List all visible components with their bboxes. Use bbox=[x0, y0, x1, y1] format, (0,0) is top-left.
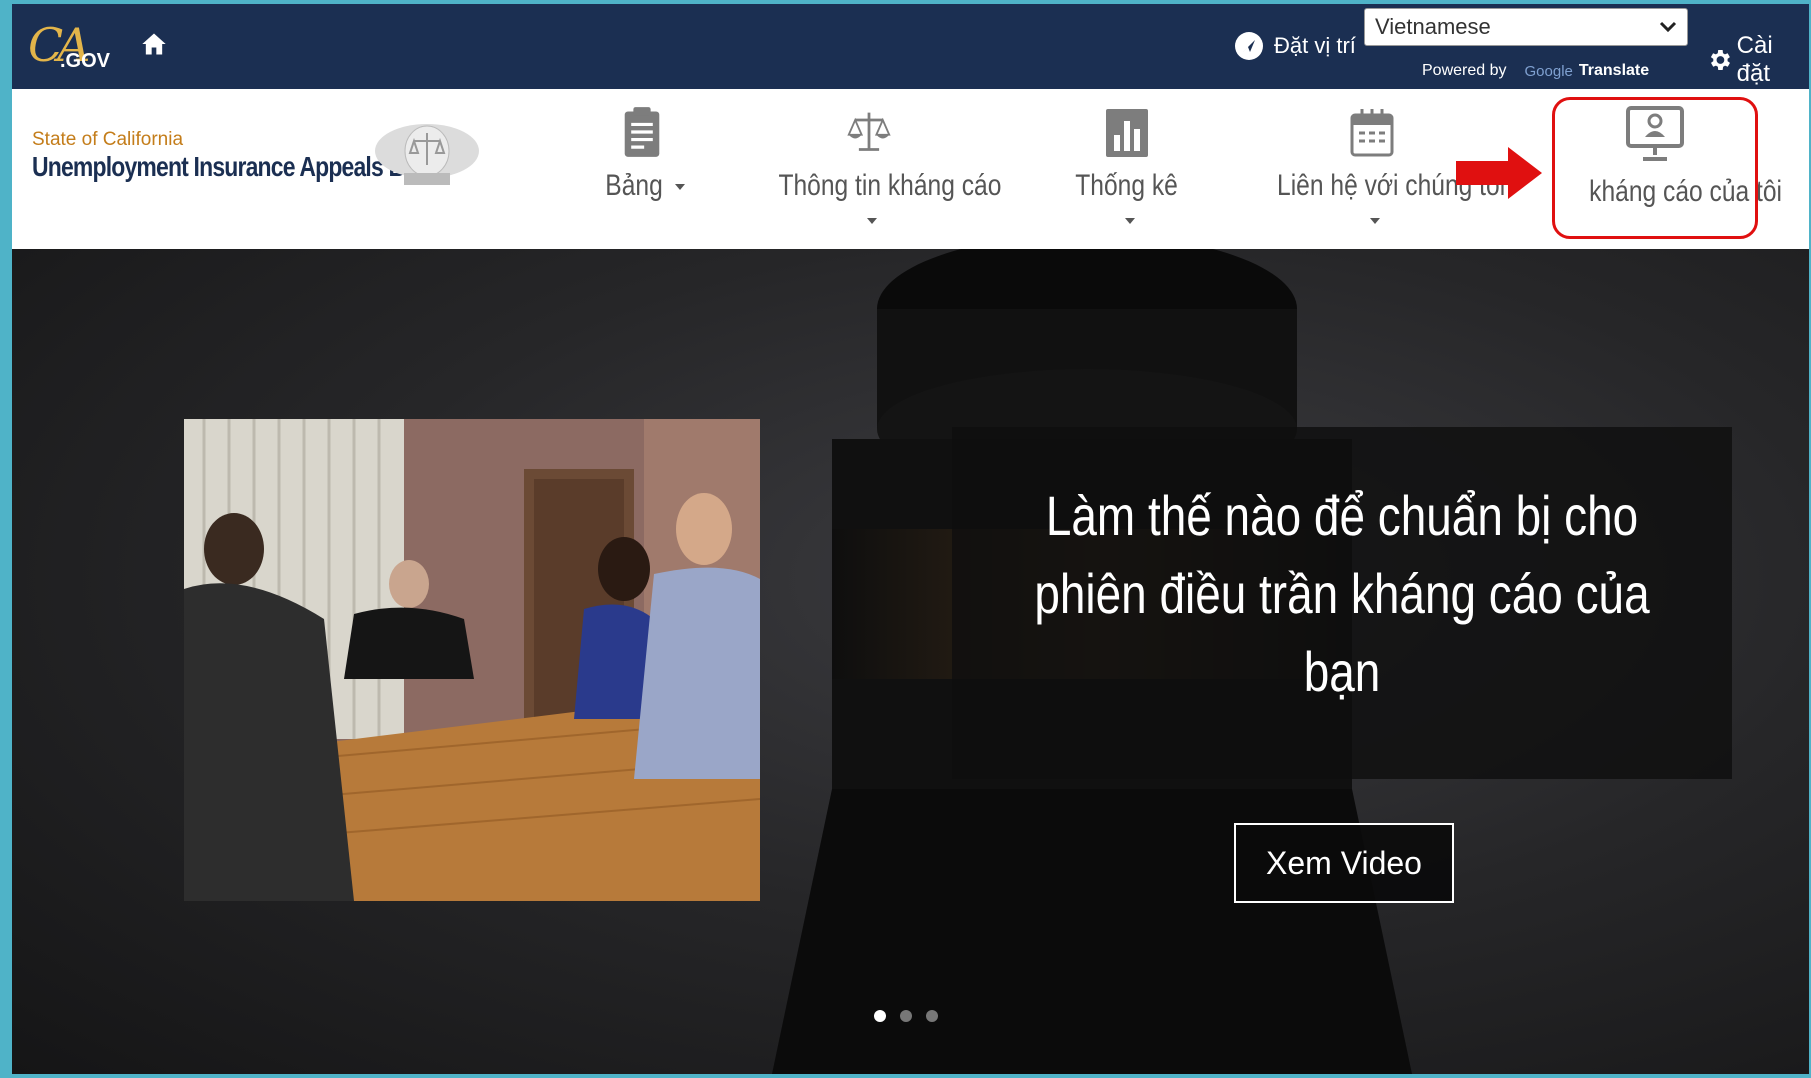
translate-text: Translate bbox=[1578, 62, 1650, 79]
caption-box: Làm thế nào để chuẩn bị cho phiên điều t… bbox=[952, 427, 1732, 779]
ca-gov-logo[interactable]: CA .GOV bbox=[26, 16, 111, 78]
caret-icon bbox=[675, 184, 686, 191]
chevron-down-icon bbox=[1659, 21, 1677, 33]
hearing-photo bbox=[184, 419, 760, 901]
nav-item-appeals-info[interactable]: Thông tin kháng cáo bbox=[754, 105, 1001, 235]
browser-frame: CA .GOV Đặt vị trí Vietnamese Powered by… bbox=[12, 4, 1809, 1074]
set-location-link[interactable]: Đặt vị trí bbox=[1234, 30, 1356, 62]
bar-chart-icon bbox=[1106, 109, 1148, 157]
caret-icon bbox=[1125, 218, 1135, 225]
caret-icon bbox=[867, 218, 877, 225]
hero-carousel: Làm thế nào để chuẩn bị cho phiên điều t… bbox=[12, 249, 1809, 1074]
logo-gov-text: .GOV bbox=[60, 50, 111, 72]
calendar-icon bbox=[1350, 109, 1394, 157]
cuiab-seal-icon bbox=[375, 124, 479, 185]
language-selected: Vietnamese bbox=[1375, 14, 1491, 39]
google-logo-text[interactable]: Google bbox=[1525, 63, 1573, 80]
nav-item-statistics[interactable]: Thống kê bbox=[1062, 105, 1192, 235]
nav-item-boards[interactable]: Bảng bbox=[592, 105, 692, 235]
powered-by-text: Powered by bbox=[1422, 62, 1507, 79]
location-label: Đặt vị trí bbox=[1274, 33, 1356, 58]
carousel-dot-3[interactable] bbox=[926, 1010, 938, 1022]
carousel-dot-2[interactable] bbox=[900, 1010, 912, 1022]
document-icon bbox=[624, 107, 660, 157]
my-appeals-highlight-box bbox=[1552, 97, 1758, 239]
settings-label: Cài đặt bbox=[1736, 32, 1773, 87]
powered-by-google-translate: Powered by Google Translate bbox=[1422, 62, 1649, 80]
hero-caption: Làm thế nào để chuẩn bị cho phiên điều t… bbox=[1034, 484, 1650, 703]
caret-icon bbox=[1370, 218, 1380, 225]
language-select[interactable]: Vietnamese bbox=[1364, 8, 1688, 46]
nav-label-boards: Bảng bbox=[605, 169, 663, 202]
nav-label-statistics: Thống kê bbox=[1075, 169, 1179, 202]
settings-button[interactable]: Cài đặt bbox=[1706, 32, 1809, 88]
home-icon[interactable] bbox=[140, 30, 168, 58]
scales-icon bbox=[847, 112, 891, 151]
red-arrow-icon bbox=[1456, 147, 1542, 199]
top-bar: CA .GOV Đặt vị trí Vietnamese Powered by… bbox=[12, 4, 1809, 89]
watch-video-button[interactable]: Xem Video bbox=[1234, 823, 1454, 903]
carousel-dot-1[interactable] bbox=[874, 1010, 886, 1022]
nav-label-appeals-info: Thông tin kháng cáo bbox=[778, 169, 1002, 202]
gear-icon bbox=[1710, 50, 1730, 70]
location-icon bbox=[1235, 32, 1263, 60]
carousel-indicators bbox=[874, 1010, 938, 1022]
main-nav: State of California Unemployment Insuran… bbox=[12, 89, 1809, 249]
